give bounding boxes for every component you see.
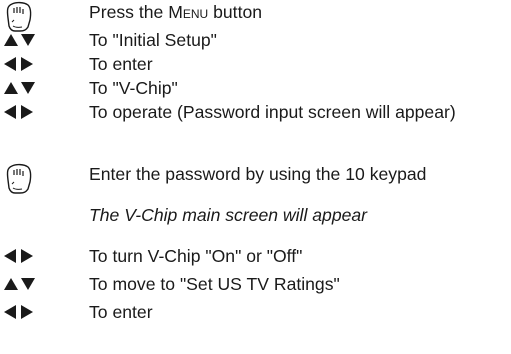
up-down-arrows-icon xyxy=(4,277,44,291)
step-text: To enter xyxy=(89,302,153,322)
step-9: To enter xyxy=(0,300,511,324)
note-text: The V-Chip main screen will appear xyxy=(89,205,368,225)
step-2: To "Initial Setup" xyxy=(0,28,511,52)
left-right-arrows-icon xyxy=(4,249,44,263)
step-text-suffix: button xyxy=(208,2,263,22)
step-4: To "V-Chip" xyxy=(0,76,511,100)
left-right-arrows-icon xyxy=(4,105,44,119)
left-right-arrows-icon xyxy=(4,305,44,319)
step-text: To "Initial Setup" xyxy=(89,30,217,50)
step-6: Enter the password by using the 10 keypa… xyxy=(0,162,511,194)
step-1: Press the Menu button xyxy=(0,0,511,32)
step-text: Enter the password by using the 10 keypa… xyxy=(89,164,427,184)
up-down-arrows-icon xyxy=(4,81,44,95)
step-5: To operate (Password input screen will a… xyxy=(0,100,511,152)
step-text: Press the xyxy=(89,2,169,22)
step-text: To "V-Chip" xyxy=(89,78,178,98)
step-text: To operate (Password input screen will a… xyxy=(89,102,456,122)
press-hand-icon xyxy=(4,162,68,194)
step-text: To enter xyxy=(89,54,153,74)
step-7: To turn V-Chip "On" or "Off" xyxy=(0,244,511,268)
step-8: To move to "Set US TV Ratings" xyxy=(0,272,511,296)
up-down-arrows-icon xyxy=(4,33,44,47)
step-3: To enter xyxy=(0,52,511,76)
press-hand-icon xyxy=(4,0,68,32)
menu-button-name: Menu xyxy=(168,2,209,22)
step-note: The V-Chip main screen will appear xyxy=(0,203,511,227)
step-text: To move to "Set US TV Ratings" xyxy=(89,274,340,294)
step-text: To turn V-Chip "On" or "Off" xyxy=(89,246,303,266)
left-right-arrows-icon xyxy=(4,57,44,71)
